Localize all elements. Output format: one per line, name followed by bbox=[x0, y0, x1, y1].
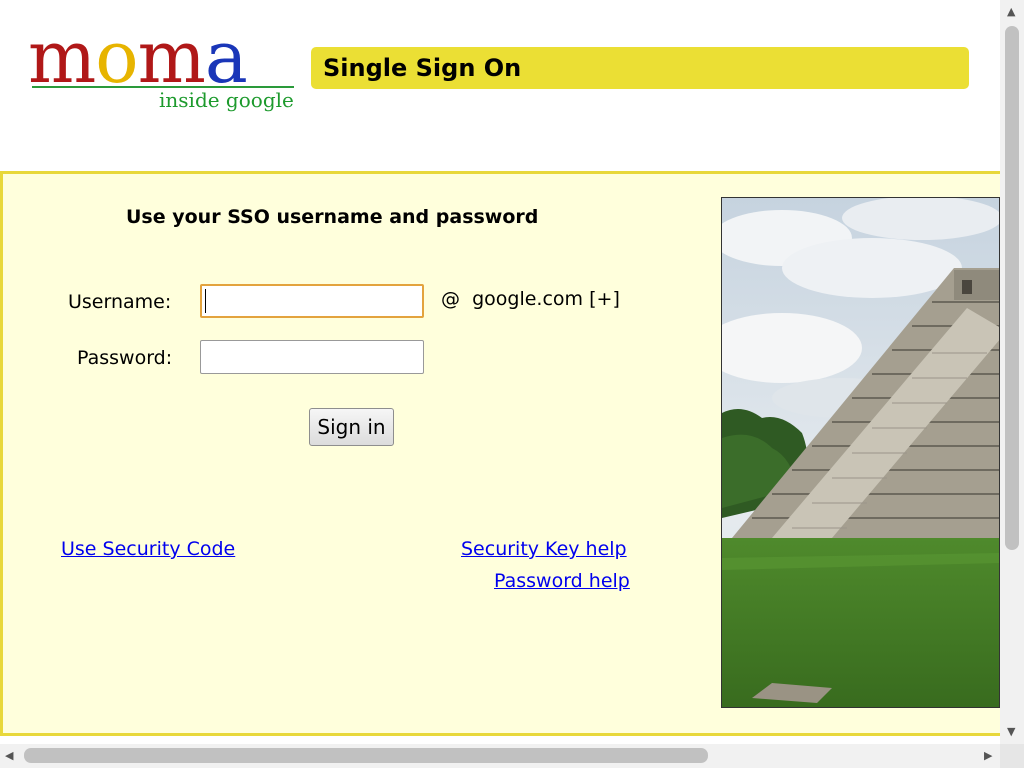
domain-at-sign: @ bbox=[441, 288, 460, 310]
security-key-help-link[interactable]: Security Key help bbox=[461, 538, 627, 560]
scroll-left-icon[interactable]: ◀ bbox=[5, 750, 13, 762]
use-security-code-link[interactable]: Use Security Code bbox=[61, 538, 235, 560]
logo-tagline: inside google bbox=[159, 88, 294, 112]
scroll-down-icon[interactable]: ▼ bbox=[1007, 726, 1015, 738]
scrollbar-corner bbox=[1000, 744, 1024, 768]
text-cursor bbox=[205, 289, 206, 313]
page-title: Single Sign On bbox=[323, 54, 522, 82]
password-label: Password: bbox=[77, 347, 173, 369]
password-input[interactable] bbox=[200, 340, 424, 374]
vertical-scrollbar[interactable]: ▲ ▼ bbox=[1000, 0, 1024, 744]
logo-letter: m bbox=[28, 15, 96, 99]
logo-letter: o bbox=[95, 15, 138, 99]
pyramid-illustration bbox=[722, 198, 999, 707]
logo-wordmark: moma bbox=[28, 15, 248, 99]
scroll-right-icon[interactable]: ▶ bbox=[984, 750, 992, 762]
horizontal-scroll-thumb[interactable] bbox=[24, 748, 708, 763]
logo-letter: a bbox=[204, 15, 248, 99]
pyramid-photo bbox=[721, 197, 1000, 708]
domain-suffix: @ google.com [+] bbox=[441, 288, 620, 310]
domain-expand-toggle[interactable]: [+] bbox=[589, 288, 620, 310]
logo-letter: m bbox=[137, 15, 206, 99]
page-title-bar: Single Sign On bbox=[311, 47, 969, 89]
username-input[interactable] bbox=[200, 284, 424, 318]
vertical-scroll-thumb[interactable] bbox=[1005, 26, 1019, 550]
username-label: Username: bbox=[68, 291, 172, 313]
sign-in-button[interactable]: Sign in bbox=[309, 408, 394, 446]
scroll-up-icon[interactable]: ▲ bbox=[1007, 6, 1015, 18]
moma-logo: moma inside google bbox=[28, 15, 298, 122]
password-help-link[interactable]: Password help bbox=[494, 570, 630, 592]
horizontal-scrollbar[interactable]: ◀ ▶ bbox=[0, 744, 1000, 768]
form-heading: Use your SSO username and password bbox=[126, 206, 539, 228]
domain-name: google.com bbox=[472, 288, 584, 310]
